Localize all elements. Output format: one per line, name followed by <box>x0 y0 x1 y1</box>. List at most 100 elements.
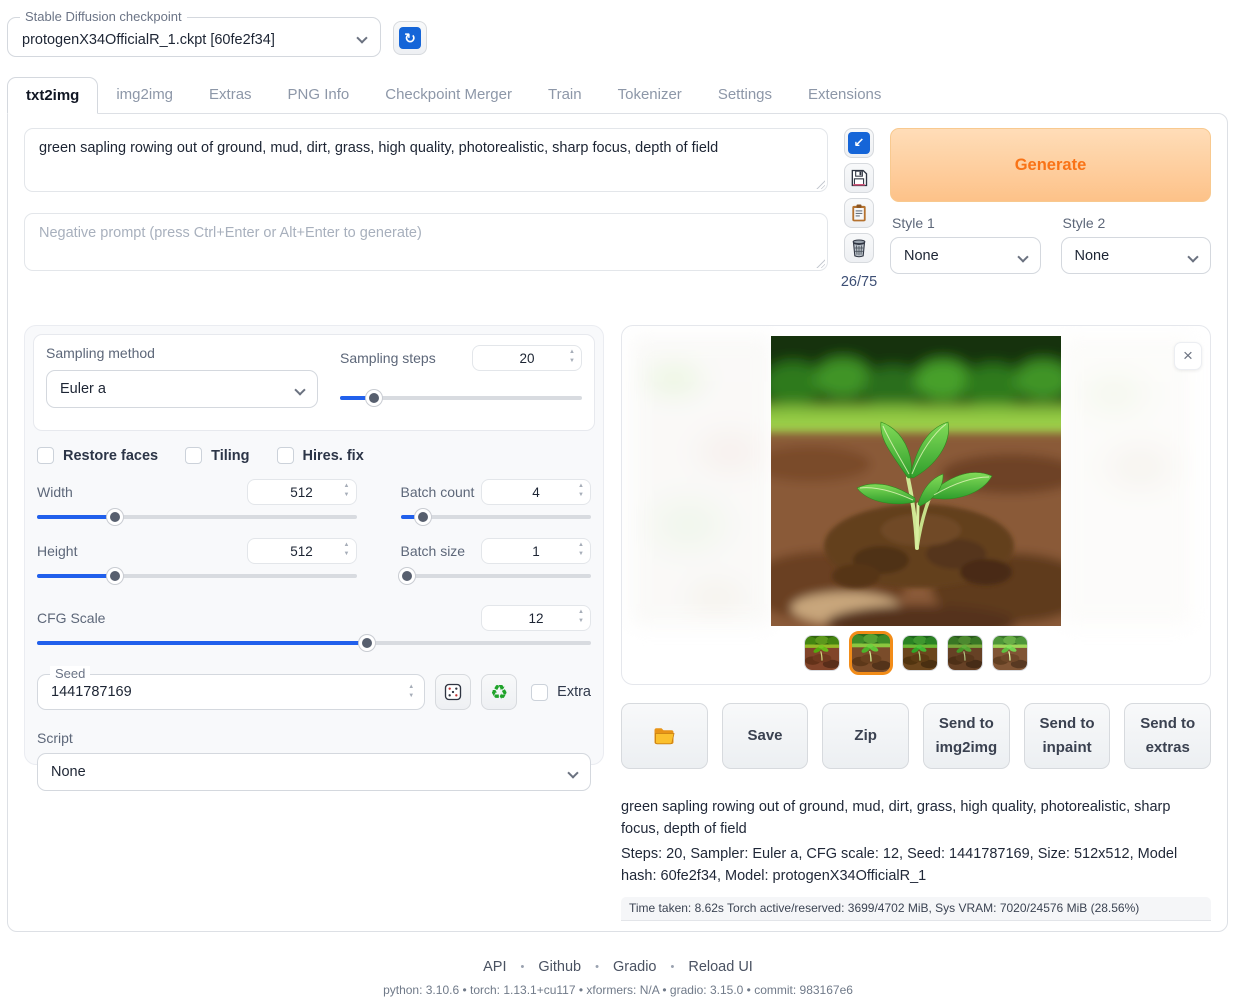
reuse-seed-button[interactable]: ♻ <box>481 674 517 710</box>
negative-prompt-input[interactable] <box>24 213 828 271</box>
save-style-button[interactable] <box>844 163 874 193</box>
width-label: Width <box>37 484 73 500</box>
close-gallery-button[interactable]: × <box>1174 342 1202 370</box>
script-select[interactable]: None <box>37 753 591 791</box>
app-header: Stable Diffusion checkpoint protogenX34O… <box>0 0 1236 57</box>
gallery-thumbnails <box>622 631 1210 675</box>
cfg-scale-input[interactable]: 12 ▲▼ <box>481 605 591 631</box>
style2-value: None <box>1075 248 1110 264</box>
gallery-thumbnail[interactable] <box>992 635 1028 671</box>
tab-train[interactable]: Train <box>530 77 600 113</box>
result-actions: Save Zip Send to img2img Send to inpaint… <box>621 703 1211 769</box>
generate-button[interactable]: Generate <box>890 128 1211 202</box>
hires-fix-checkbox[interactable]: Hires. fix <box>277 447 364 464</box>
cfg-scale-slider[interactable] <box>37 634 591 652</box>
chevron-down-icon <box>567 767 578 778</box>
tab-extras[interactable]: Extras <box>191 77 270 113</box>
seed-label: Seed <box>50 666 90 681</box>
tiling-checkbox[interactable]: Tiling <box>185 447 249 464</box>
batch-size-input[interactable]: 1 ▲▼ <box>481 538 591 564</box>
checkbox-icon[interactable] <box>37 447 54 464</box>
gallery-thumbnail[interactable] <box>902 635 938 671</box>
spinner-icons[interactable]: ▲▼ <box>344 482 350 500</box>
width-slider[interactable] <box>37 508 357 526</box>
reload-ui-link[interactable]: Reload UI <box>688 959 752 975</box>
save-button[interactable]: Save <box>722 703 809 769</box>
slider-knob[interactable] <box>366 390 382 406</box>
gallery-blur-right <box>1062 336 1192 626</box>
version-info: python: 3.10.6 • torch: 1.13.1+cu117 • x… <box>0 983 1236 997</box>
generated-image[interactable] <box>771 336 1061 626</box>
spinner-icons[interactable]: ▲▼ <box>578 541 584 559</box>
open-folder-button[interactable] <box>621 703 708 769</box>
txt2img-panel: green sapling rowing out of ground, mud,… <box>7 113 1228 932</box>
info-time-text: Time taken: 8.62s Torch active/reserved:… <box>621 897 1211 921</box>
checkbox-icon[interactable] <box>531 684 548 701</box>
spinner-icons[interactable]: ▲▼ <box>578 608 584 626</box>
refresh-checkpoints-button[interactable]: ↻ <box>393 21 427 55</box>
style1-label: Style 1 <box>892 215 1041 231</box>
extra-seed-checkbox[interactable]: Extra <box>531 684 591 701</box>
seed-input[interactable]: Seed 1441787169 ▲▼ <box>37 674 425 710</box>
send-to-inpaint-button[interactable]: Send to inpaint <box>1024 703 1111 769</box>
gallery-thumbnail[interactable] <box>804 635 840 671</box>
tab-tokenizer[interactable]: Tokenizer <box>600 77 700 113</box>
style1-select[interactable]: None <box>890 237 1041 274</box>
checkbox-icon[interactable] <box>277 447 294 464</box>
spinner-icons[interactable]: ▲▼ <box>344 541 350 559</box>
height-slider[interactable] <box>37 567 357 585</box>
spinner-icons[interactable]: ▲▼ <box>578 482 584 500</box>
tab-txt2img[interactable]: txt2img <box>7 77 98 114</box>
zip-button[interactable]: Zip <box>822 703 909 769</box>
github-link[interactable]: Github <box>538 959 581 975</box>
restore-faces-checkbox[interactable]: Restore faces <box>37 447 158 464</box>
close-icon: × <box>1183 346 1193 366</box>
send-to-img2img-button[interactable]: Send to img2img <box>923 703 1010 769</box>
gradio-link[interactable]: Gradio <box>613 959 657 975</box>
random-seed-button[interactable] <box>435 674 471 710</box>
batch-size-label: Batch size <box>401 543 466 559</box>
width-input[interactable]: 512 ▲▼ <box>247 479 357 505</box>
tab-png-info[interactable]: PNG Info <box>270 77 368 113</box>
style2-select[interactable]: None <box>1061 237 1212 274</box>
seed-value: 1441787169 <box>51 684 132 700</box>
style1-value: None <box>904 248 939 264</box>
batch-count-slider[interactable] <box>401 508 592 526</box>
cfg-scale-label: CFG Scale <box>37 610 105 626</box>
extra-label: Extra <box>557 684 591 700</box>
paste-generation-params-button[interactable]: ↙ <box>844 128 874 158</box>
gallery-thumbnail[interactable] <box>947 635 983 671</box>
gallery-thumbnail-selected[interactable] <box>849 631 893 675</box>
checkpoint-select[interactable]: Stable Diffusion checkpoint protogenX34O… <box>7 17 381 57</box>
height-input[interactable]: 512 ▲▼ <box>247 538 357 564</box>
recycle-icon: ♻ <box>490 680 508 705</box>
height-label: Height <box>37 543 77 559</box>
checkbox-icon[interactable] <box>185 447 202 464</box>
dice-icon <box>443 682 463 702</box>
sampling-steps-slider[interactable] <box>340 389 582 407</box>
batch-size-slider[interactable] <box>401 567 592 585</box>
tab-settings[interactable]: Settings <box>700 77 790 113</box>
sampling-method-select[interactable]: Euler a <box>46 370 318 408</box>
token-counter: 26/75 <box>841 274 877 290</box>
tab-checkpoint-merger[interactable]: Checkpoint Merger <box>367 77 530 113</box>
result-gallery: × <box>621 325 1211 685</box>
apply-style-button[interactable] <box>844 198 874 228</box>
send-to-extras-button[interactable]: Send to extras <box>1124 703 1211 769</box>
chevron-down-icon <box>356 32 367 43</box>
spinner-icons[interactable]: ▲▼ <box>569 348 575 366</box>
tiling-label: Tiling <box>211 448 249 464</box>
clear-prompt-button[interactable] <box>844 233 874 263</box>
batch-count-input[interactable]: 4 ▲▼ <box>481 479 591 505</box>
tab-extensions[interactable]: Extensions <box>790 77 899 113</box>
main-tabs: txt2img img2img Extras PNG Info Checkpoi… <box>7 77 1236 113</box>
sampling-steps-label: Sampling steps <box>340 350 436 366</box>
prompt-input[interactable]: green sapling rowing out of ground, mud,… <box>24 128 828 192</box>
sampling-steps-input[interactable]: 20 ▲▼ <box>472 345 582 371</box>
folder-icon <box>652 724 676 748</box>
checkpoint-value: protogenX34OfficialR_1.ckpt [60fe2f34] <box>22 26 275 48</box>
sampling-method-label: Sampling method <box>46 345 318 361</box>
api-link[interactable]: API <box>483 959 506 975</box>
spinner-icons[interactable]: ▲▼ <box>408 683 414 701</box>
tab-img2img[interactable]: img2img <box>98 77 191 113</box>
